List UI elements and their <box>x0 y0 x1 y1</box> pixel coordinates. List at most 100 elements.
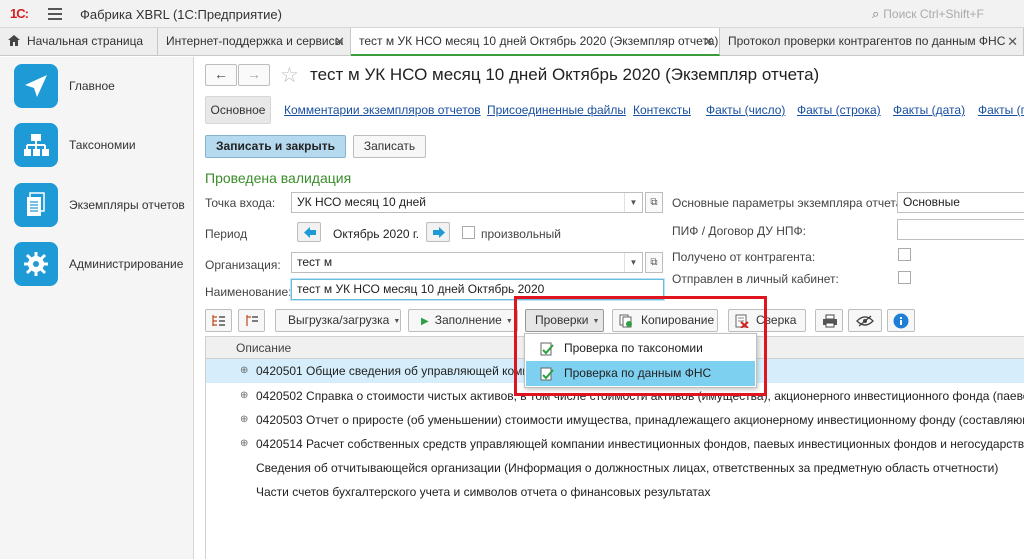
period-prev-button[interactable] <box>297 222 321 242</box>
save-and-close-button[interactable]: Записать и закрыть <box>205 135 346 158</box>
play-icon: ▶ <box>421 316 429 327</box>
expand-icon[interactable]: ⊕ <box>240 432 248 456</box>
fill-button[interactable]: ▶ Заполнение ▼ <box>408 309 518 332</box>
row-text: 0420501 Общие сведения об управляющей ко… <box>256 364 556 378</box>
arrow-left-icon: ← <box>214 66 228 82</box>
chevron-down-icon[interactable]: ▼ <box>624 193 642 212</box>
tab-fns-protocol[interactable]: Протокол проверки контрагентов по данным… <box>720 28 1024 56</box>
tab-label: Интернет-поддержка и сервисы <box>166 34 344 48</box>
arrow-right-icon: → <box>247 66 261 82</box>
sidebar-item-report-instances[interactable]: Экземпляры отчетов <box>14 183 189 229</box>
tab-label: тест м УК НСО месяц 10 дней Октябрь 2020… <box>359 34 719 48</box>
tab-facts-string[interactable]: Факты (строка) <box>797 103 881 117</box>
highlight-annotation <box>514 296 767 396</box>
sidebar: Главное Таксономии Экземпляры отчетов Ад… <box>0 57 194 559</box>
row-text: Сведения об отчитывающейся организации (… <box>256 461 999 475</box>
column-header-description: Описание <box>236 341 292 355</box>
table-row[interactable]: Части счетов бухгалтерского учета и симв… <box>206 480 1024 504</box>
tree-collapse-icon <box>246 315 258 326</box>
tab-attached-files[interactable]: Присоединенные файлы <box>487 103 626 117</box>
tab-contexts[interactable]: Контексты <box>633 103 691 117</box>
name-label: Наименование: <box>205 285 292 299</box>
button-label: Выгрузка/загрузка <box>288 313 390 327</box>
sidebar-item-label: Главное <box>69 79 115 93</box>
tab-internet-support[interactable]: Интернет-поддержка и сервисы ✕ <box>158 28 351 56</box>
tab-report-instance[interactable]: тест м УК НСО месяц 10 дней Октябрь 2020… <box>351 28 720 56</box>
gear-icon <box>14 242 58 286</box>
entry-point-field[interactable]: УК НСО месяц 10 дней ▼ <box>291 192 643 213</box>
back-button[interactable]: ← <box>205 64 237 86</box>
received-checkbox[interactable] <box>898 248 911 261</box>
search-placeholder: Поиск Ctrl+Shift+F <box>883 7 984 21</box>
chevron-down-icon[interactable]: ▼ <box>624 253 642 272</box>
tab-facts-number[interactable]: Факты (число) <box>706 103 785 117</box>
chevron-down-icon: ▼ <box>393 318 401 325</box>
sidebar-item-administration[interactable]: Администрирование <box>14 242 189 288</box>
tab-label: Начальная страница <box>27 34 144 48</box>
tabs-bar: Начальная страница Интернет-поддержка и … <box>0 28 1024 56</box>
hierarchy-icon <box>14 123 58 167</box>
star-icon[interactable]: ☆ <box>280 63 299 88</box>
sidebar-item-label: Таксономии <box>69 138 136 152</box>
pif-field[interactable] <box>897 219 1024 240</box>
printer-icon <box>823 314 837 328</box>
tab-facts-date[interactable]: Факты (дата) <box>893 103 965 117</box>
visibility-button[interactable] <box>848 309 882 332</box>
expand-icon[interactable]: ⊕ <box>240 359 248 383</box>
open-icon[interactable]: ⧉ <box>645 192 663 213</box>
app-logo: 1С: <box>10 6 29 21</box>
tab-main[interactable]: Основное <box>205 96 271 124</box>
chevron-down-icon: ▼ <box>505 318 513 325</box>
forward-button[interactable]: → <box>238 64 270 86</box>
eye-hidden-icon <box>856 315 874 327</box>
expand-all-button[interactable] <box>205 309 232 332</box>
close-icon[interactable]: ✕ <box>703 28 714 54</box>
status-validated: Проведена валидация <box>205 170 352 186</box>
row-text: 0420503 Отчет о приросте (об уменьшении)… <box>256 413 1024 427</box>
global-search[interactable]: ⌕ Поиск Ctrl+Shift+F <box>872 6 988 22</box>
pif-label: ПИФ / Договор ДУ НПФ: <box>672 224 806 238</box>
button-label: Заполнение <box>434 313 502 327</box>
open-icon[interactable]: ⧉ <box>645 252 663 273</box>
close-icon[interactable]: ✕ <box>334 28 345 55</box>
table-row[interactable]: ⊕ 0420514 Расчет собственных средств упра… <box>206 432 1024 456</box>
period-next-button[interactable] <box>426 222 450 242</box>
app-title: Фабрика XBRL (1С:Предприятие) <box>80 7 282 22</box>
arbitrary-checkbox[interactable] <box>462 226 475 239</box>
table-row[interactable]: ⊕ 0420503 Отчет о приросте (об уменьшении… <box>206 408 1024 432</box>
period-value: Октябрь 2020 г. <box>333 227 420 241</box>
sent-checkbox[interactable] <box>898 271 911 284</box>
expand-icon[interactable]: ⊕ <box>240 384 248 408</box>
period-label: Период <box>205 227 248 241</box>
row-text: Части счетов бухгалтерского учета и симв… <box>256 485 711 499</box>
tab-comments[interactable]: Комментарии экземпляров отчетов <box>284 103 481 117</box>
row-text: 0420514 Расчет собственных средств управ… <box>256 437 1024 451</box>
page-title: тест м УК НСО месяц 10 дней Октябрь 2020… <box>310 65 820 84</box>
upload-download-button[interactable]: Выгрузка/загрузка ▼ <box>275 309 401 332</box>
entry-point-label: Точка входа: <box>205 196 276 210</box>
sidebar-item-taxonomies[interactable]: Таксономии <box>14 123 189 169</box>
tab-facts-more[interactable]: Факты (п <box>978 103 1024 117</box>
main-params-field[interactable]: Основные <box>897 192 1024 213</box>
save-button[interactable]: Записать <box>353 135 426 158</box>
sidebar-item-label: Администрирование <box>69 257 184 271</box>
menu-icon[interactable] <box>48 8 62 20</box>
sidebar-item-main[interactable]: Главное <box>14 64 189 110</box>
arrow-left-icon <box>304 227 316 238</box>
organization-label: Организация: <box>205 258 281 272</box>
rocket-icon <box>14 64 58 108</box>
info-button[interactable] <box>887 309 915 332</box>
search-icon: ⌕ <box>872 6 880 21</box>
tab-home[interactable]: Начальная страница <box>0 28 158 56</box>
home-icon <box>8 35 20 46</box>
arrow-right-icon <box>433 227 445 238</box>
sent-label: Отправлен в личный кабинет: <box>672 272 839 286</box>
collapse-all-button[interactable] <box>238 309 265 332</box>
print-button[interactable] <box>815 309 843 332</box>
received-label: Получено от контрагента: <box>672 250 816 264</box>
table-row[interactable]: Сведения об отчитывающейся организации (… <box>206 456 1024 480</box>
close-icon[interactable]: ✕ <box>1007 28 1018 55</box>
organization-field[interactable]: тест м ▼ <box>291 252 643 273</box>
expand-icon[interactable]: ⊕ <box>240 408 248 432</box>
tab-label: Протокол проверки контрагентов по данным… <box>728 34 1006 48</box>
